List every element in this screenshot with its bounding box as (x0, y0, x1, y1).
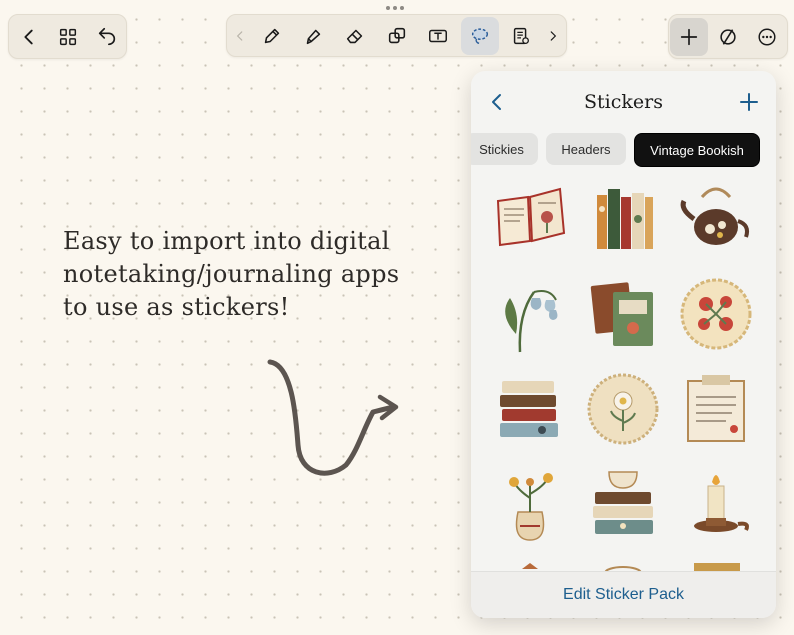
open-book-sticker[interactable] (490, 179, 570, 259)
floral-doily-sticker[interactable] (676, 274, 756, 354)
note-card-sticker[interactable] (676, 369, 756, 449)
left-toolbar (8, 14, 127, 59)
chevron-left-icon[interactable] (231, 17, 249, 55)
book-stack-sticker[interactable] (490, 369, 570, 449)
note-line: Easy to import into digital (63, 227, 390, 255)
no-fill-icon[interactable] (709, 18, 747, 56)
more-icon[interactable] (748, 18, 786, 56)
tab-stickies[interactable]: Stickies (471, 133, 538, 165)
teacup-books-sticker[interactable] (583, 464, 663, 544)
book-row-sticker[interactable] (583, 179, 663, 259)
tools-toolbar (226, 14, 567, 57)
document-icon[interactable] (502, 17, 540, 55)
lasso-icon[interactable] (460, 16, 499, 55)
bluebell-sticker[interactable] (490, 274, 570, 354)
toolbar-grip[interactable] (386, 6, 404, 10)
chevron-right-icon[interactable] (544, 17, 562, 55)
text-box-icon[interactable] (419, 17, 457, 55)
add-sticker-icon[interactable] (738, 91, 760, 113)
note-line: notetaking/journaling apps (63, 260, 400, 288)
teapot-sticker[interactable] (676, 179, 756, 259)
shapes-icon[interactable] (378, 17, 416, 55)
lace-doily-sticker[interactable] (583, 369, 663, 449)
note-line: to use as stickers! (63, 293, 290, 321)
candle-sticker[interactable] (676, 464, 756, 544)
undo-icon[interactable] (88, 18, 126, 56)
panel-title: Stickers (584, 91, 663, 113)
hand-drawn-arrow[interactable] (258, 350, 408, 490)
flower-vase-sticker[interactable] (490, 464, 570, 544)
chevron-left-icon[interactable] (10, 18, 48, 56)
tab-headers[interactable]: Headers (546, 133, 626, 165)
right-toolbar (668, 14, 788, 59)
plus-icon[interactable] (669, 17, 708, 56)
green-books-sticker[interactable] (583, 274, 663, 354)
stickers-panel: Stickers Stickies Headers Vintage Bookis… (471, 71, 776, 618)
sticker-tabs: Stickies Headers Vintage Bookish (471, 133, 776, 167)
canvas-note[interactable]: Easy to import into digital notetaking/j… (63, 225, 443, 324)
tab-vintage-bookish[interactable]: Vintage Bookish (634, 133, 760, 167)
edit-sticker-pack-button[interactable]: Edit Sticker Pack (471, 571, 776, 618)
highlighter-icon[interactable] (294, 17, 332, 55)
grid-icon[interactable] (49, 18, 87, 56)
eraser-icon[interactable] (336, 17, 374, 55)
pen-icon[interactable] (253, 17, 291, 55)
